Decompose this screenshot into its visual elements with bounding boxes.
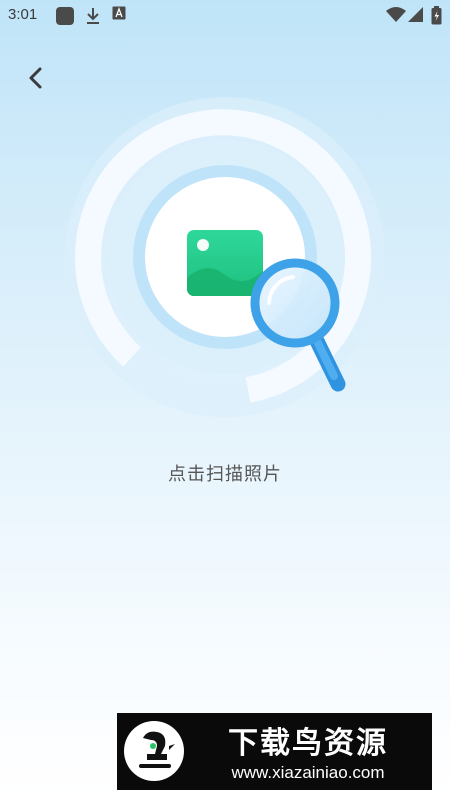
watermark: 下载鸟资源 www.xiazainiao.com [117, 713, 432, 790]
download-icon [87, 8, 99, 24]
signal-icon [408, 7, 423, 22]
back-button[interactable] [18, 60, 54, 96]
chevron-left-icon [29, 67, 42, 89]
wifi-icon [386, 7, 406, 22]
status-bar: 3:01 [0, 0, 450, 30]
bird-logo-icon [124, 721, 184, 781]
watermark-brand: 下载鸟资源 [228, 726, 388, 761]
scan-illustration[interactable] [55, 95, 395, 435]
scan-photos-prompt[interactable]: 点击扫描照片 [0, 460, 450, 486]
status-time: 3:01 [8, 6, 38, 23]
battery-icon [431, 6, 442, 25]
watermark-url: www.xiazainiao.com [231, 763, 385, 782]
app-square-icon [56, 7, 74, 25]
photo-icon [187, 230, 263, 296]
text-a-icon [112, 6, 126, 20]
